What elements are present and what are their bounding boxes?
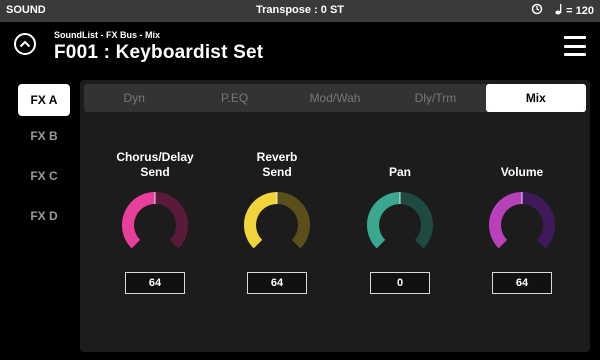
tab-bar: Dyn P.EQ Mod/Wah Dly/Trm Mix — [84, 84, 587, 112]
quarter-note-icon — [555, 3, 563, 18]
tab-dyn[interactable]: Dyn — [84, 84, 184, 112]
fx-sidebar: FX A FX B FX C FX D — [0, 68, 80, 360]
loop-arrow-icon[interactable] — [531, 3, 543, 18]
knob-fill — [489, 192, 523, 249]
status-indicators: = 120 — [531, 3, 594, 18]
tempo-value: = 120 — [566, 4, 594, 17]
tab-mix[interactable]: Mix — [485, 84, 587, 112]
sidebar-item-fx-b[interactable]: FX B — [18, 120, 70, 152]
knob-fill — [122, 192, 156, 249]
breadcrumb[interactable]: SoundList - FX Bus - Mix — [54, 30, 160, 40]
tab-peq[interactable]: P.EQ — [184, 84, 284, 112]
knob-label: Volume — [500, 165, 544, 179]
knob-label: Chorus/Delay Send — [116, 150, 194, 179]
chevron-up-icon — [19, 35, 31, 53]
pan-knob[interactable] — [365, 190, 435, 260]
page-title[interactable]: F001 : Keyboardist Set — [54, 42, 263, 64]
tab-dly-trm[interactable]: Dly/Trm — [385, 84, 485, 112]
hamburger-menu-icon[interactable] — [564, 36, 586, 56]
chorus-delay-send-value[interactable]: 64 — [125, 272, 185, 294]
transpose-readout[interactable]: Transpose : 0 ST — [0, 4, 600, 16]
reverb-send-knob[interactable] — [242, 190, 312, 260]
sidebar-item-fx-d[interactable]: FX D — [18, 200, 70, 232]
pan-control: Pan 0 — [341, 146, 459, 294]
sidebar-item-fx-c[interactable]: FX C — [18, 160, 70, 192]
reverb-send-control: Reverb Send 64 — [218, 146, 336, 294]
chorus-delay-send-control: Chorus/Delay Send 64 — [96, 146, 214, 294]
chorus-delay-send-knob[interactable] — [120, 190, 190, 260]
pan-value[interactable]: 0 — [370, 272, 430, 294]
knob-fill — [367, 192, 401, 249]
knob-label: Pan — [388, 165, 411, 179]
back-button[interactable] — [14, 33, 36, 55]
page-header: SoundList - FX Bus - Mix F001 : Keyboard… — [0, 22, 600, 68]
volume-value[interactable]: 64 — [492, 272, 552, 294]
volume-control: Volume 64 — [463, 146, 581, 294]
volume-knob[interactable] — [487, 190, 557, 260]
sidebar-item-fx-a[interactable]: FX A — [18, 84, 70, 116]
knob-fill — [244, 192, 278, 249]
tempo-readout[interactable]: = 120 — [555, 3, 594, 18]
tab-mod-wah[interactable]: Mod/Wah — [285, 84, 385, 112]
reverb-send-value[interactable]: 64 — [247, 272, 307, 294]
knob-label: Reverb Send — [256, 150, 298, 179]
status-bar: SOUND Transpose : 0 ST = 120 — [0, 0, 600, 22]
